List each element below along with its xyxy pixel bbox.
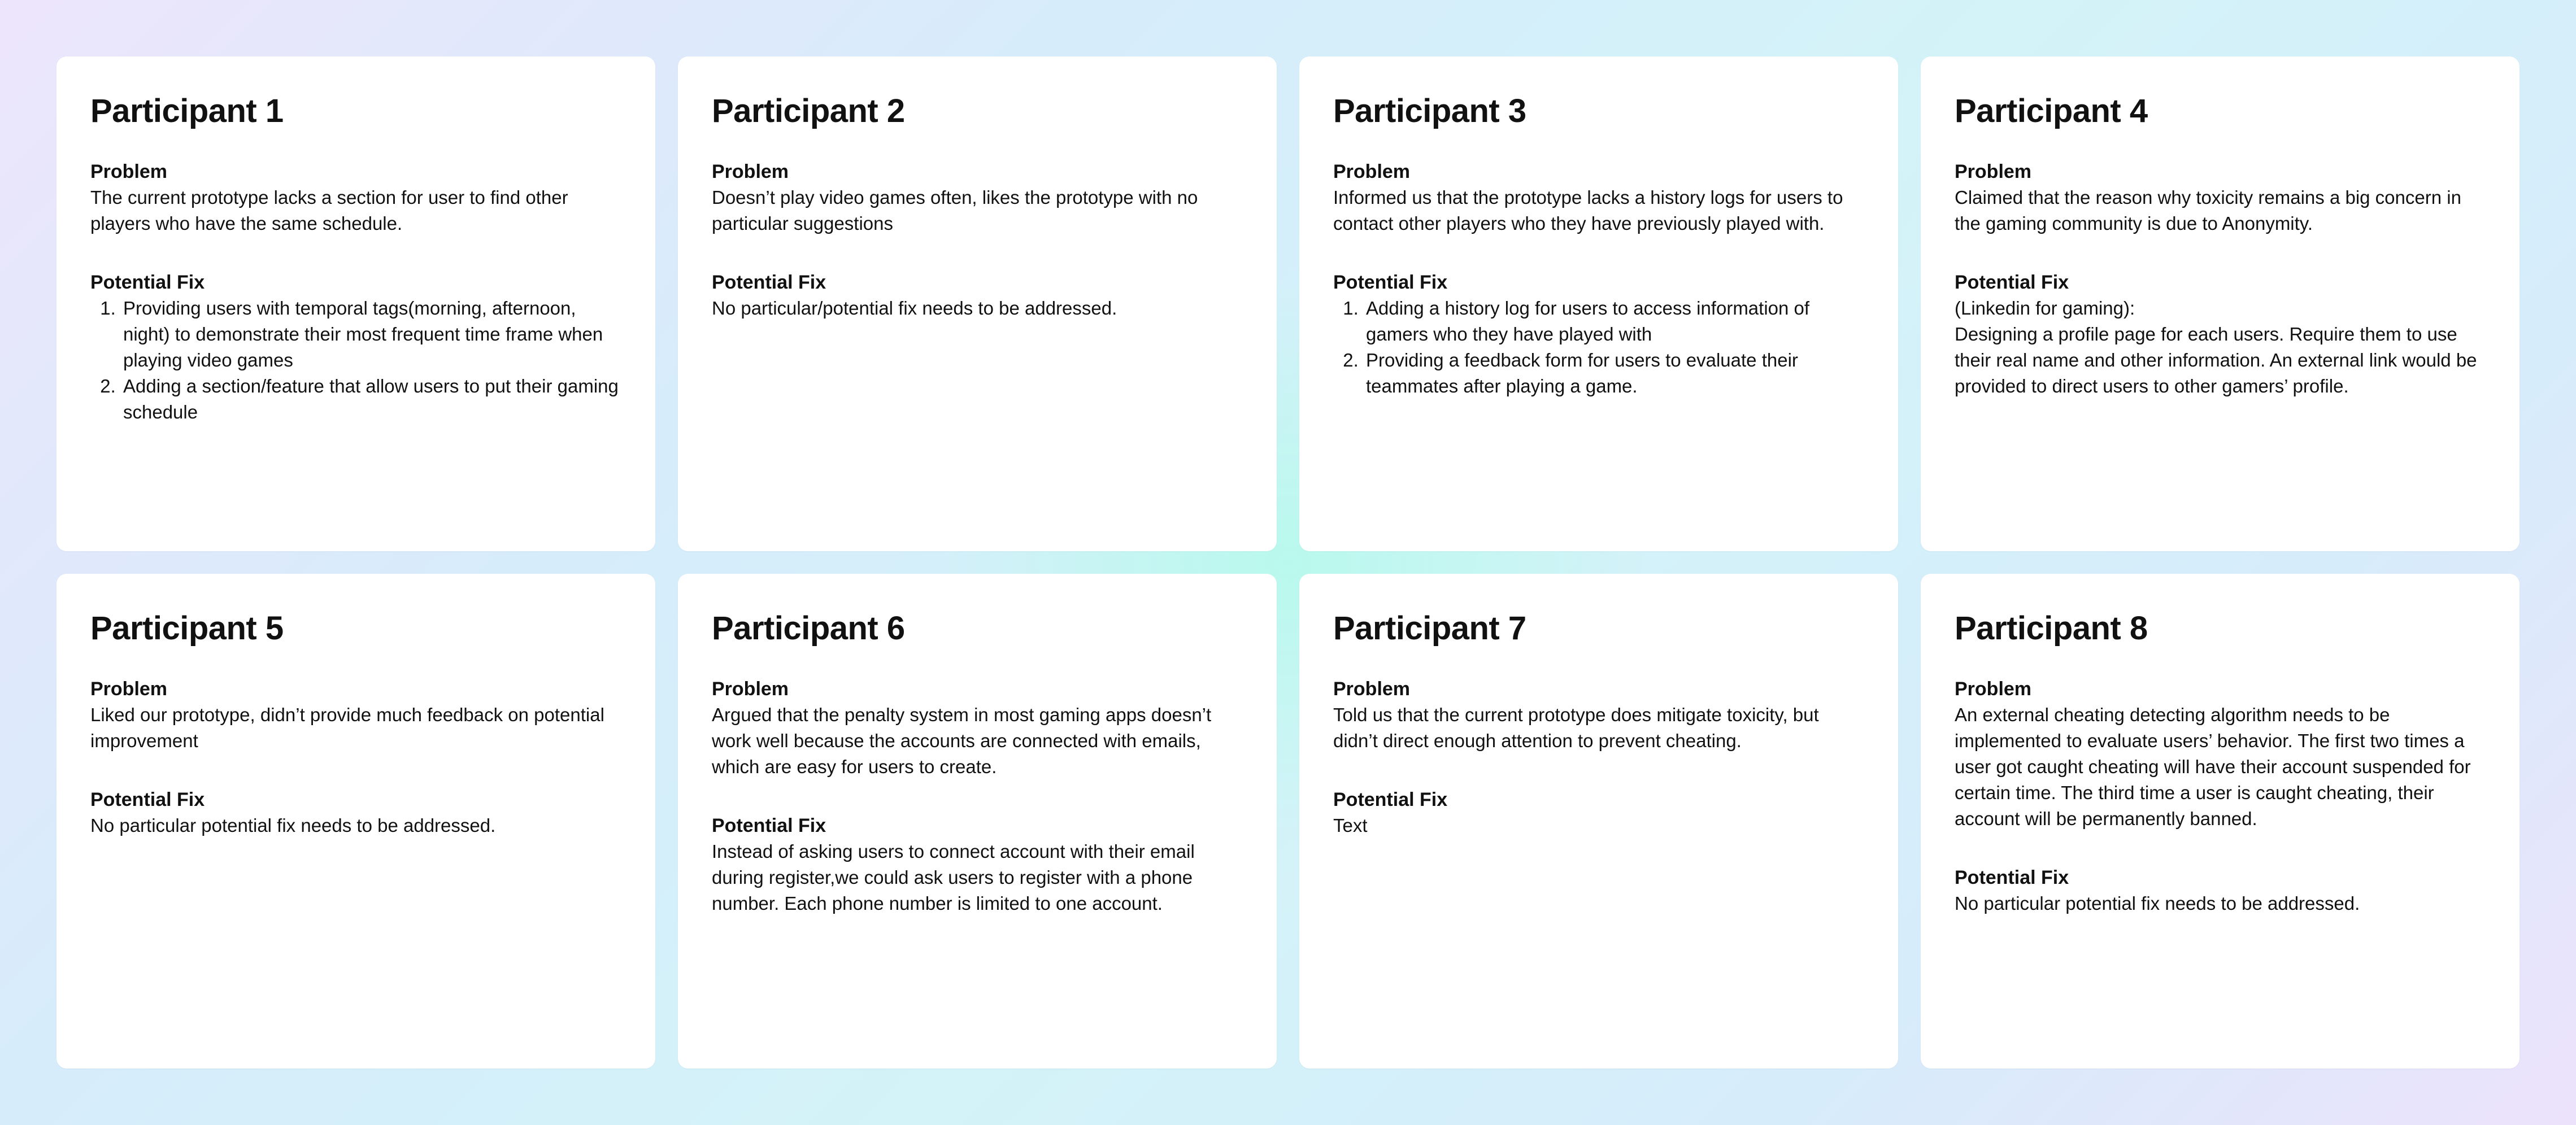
problem-label: Problem <box>90 678 168 700</box>
participant-card-4[interactable]: Participant 4 Problem Claimed that the r… <box>1921 56 2520 551</box>
participants-board: Participant 1 Problem The current protot… <box>56 56 2520 1069</box>
fix-text: No particular potential fix needs to be … <box>1955 892 2360 914</box>
problem-label: Problem <box>1333 160 1411 182</box>
fix-label: Potential Fix <box>712 271 826 293</box>
card-title: Participant 2 <box>712 93 905 129</box>
card-title: Participant 6 <box>712 610 905 647</box>
fix-list: Adding a history log for users to access… <box>1333 295 1864 399</box>
problem-text: An external cheating detecting algorithm… <box>1955 704 2471 829</box>
participant-card-7[interactable]: Participant 7 Problem Told us that the c… <box>1299 574 1898 1069</box>
problem-label: Problem <box>90 160 168 182</box>
fix-text: (Linkedin for gaming): Designing a profi… <box>1955 297 2477 396</box>
problem-text: Argued that the penalty system in most g… <box>712 704 1212 777</box>
fix-label: Potential Fix <box>90 788 205 810</box>
fix-label: Potential Fix <box>1333 788 1448 810</box>
fix-list-item: Adding a history log for users to access… <box>1364 295 1864 347</box>
problem-text: The current prototype lacks a section fo… <box>90 186 568 234</box>
card-title: Participant 7 <box>1333 610 1526 647</box>
problem-text: Informed us that the prototype lacks a h… <box>1333 186 1843 234</box>
fix-text: Text <box>1333 814 1368 836</box>
card-title: Participant 3 <box>1333 93 1526 129</box>
problem-label: Problem <box>1955 678 2032 700</box>
fix-label: Potential Fix <box>1955 271 2069 293</box>
problem-label: Problem <box>1333 678 1411 700</box>
problem-text: Claimed that the reason why toxicity rem… <box>1955 186 2461 234</box>
problem-label: Problem <box>712 160 789 182</box>
participant-card-5[interactable]: Participant 5 Problem Liked our prototyp… <box>56 574 655 1069</box>
fix-list-item: Adding a section/feature that allow user… <box>121 373 621 425</box>
problem-label: Problem <box>1955 160 2032 182</box>
fix-label: Potential Fix <box>1955 866 2069 888</box>
fix-label: Potential Fix <box>1333 271 1448 293</box>
participant-card-6[interactable]: Participant 6 Problem Argued that the pe… <box>678 574 1277 1069</box>
problem-text: Told us that the current prototype does … <box>1333 704 1819 751</box>
participant-card-2[interactable]: Participant 2 Problem Doesn’t play video… <box>678 56 1277 551</box>
card-title: Participant 4 <box>1955 93 2148 129</box>
fix-text: Instead of asking users to connect accou… <box>712 840 1195 914</box>
problem-text: Liked our prototype, didn’t provide much… <box>90 704 604 751</box>
participant-card-8[interactable]: Participant 8 Problem An external cheati… <box>1921 574 2520 1069</box>
card-title: Participant 5 <box>90 610 284 647</box>
fix-label: Potential Fix <box>712 814 826 836</box>
fix-list-item: Providing a feedback form for users to e… <box>1364 347 1864 399</box>
fix-text: No particular/potential fix needs to be … <box>712 297 1117 319</box>
fix-list: Providing users with temporal tags(morni… <box>90 295 621 425</box>
problem-label: Problem <box>712 678 789 700</box>
participant-card-1[interactable]: Participant 1 Problem The current protot… <box>56 56 655 551</box>
fix-label: Potential Fix <box>90 271 205 293</box>
problem-text: Doesn’t play video games often, likes th… <box>712 186 1198 234</box>
card-title: Participant 8 <box>1955 610 2148 647</box>
participant-card-3[interactable]: Participant 3 Problem Informed us that t… <box>1299 56 1898 551</box>
card-title: Participant 1 <box>90 93 284 129</box>
fix-text: No particular potential fix needs to be … <box>90 814 496 836</box>
fix-list-item: Providing users with temporal tags(morni… <box>121 295 621 373</box>
